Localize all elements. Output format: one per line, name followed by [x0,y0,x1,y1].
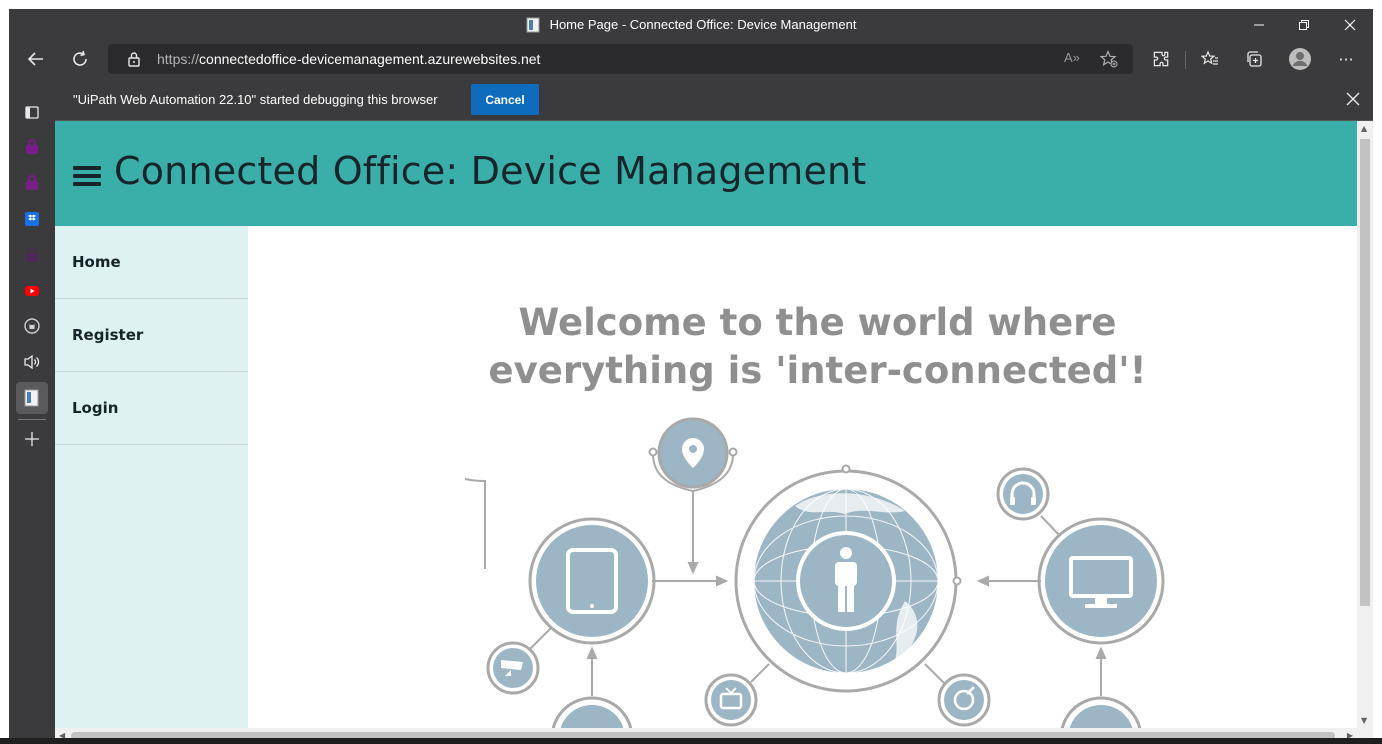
sidebar-divider [18,419,46,420]
extension-icon[interactable] [21,244,43,266]
active-tab-highlight[interactable] [16,382,48,414]
vertical-scroll-thumb[interactable] [1360,139,1370,606]
profile-avatar[interactable] [1283,42,1317,76]
welcome-line-2: everything is 'inter-connected'! [488,349,1147,392]
favorites-button[interactable] [1193,42,1227,76]
cancel-button[interactable]: Cancel [471,84,539,115]
add-favorite-icon[interactable] [1099,49,1118,72]
browser-toolbar: https://connectedoffice-devicemanagement… [9,40,1373,78]
close-infobar-button[interactable] [1343,89,1363,109]
welcome-heading: Welcome to the world where everything is… [465,299,1170,395]
welcome-line-1: Welcome to the world where [518,301,1117,344]
refresh-button[interactable] [63,42,97,76]
tablet-node [536,525,648,637]
monitor-node [1045,525,1157,637]
site-nav: Home Register Login [55,226,248,744]
youtube-icon[interactable] [21,280,43,302]
add-icon[interactable] [21,428,43,450]
back-button[interactable] [19,42,53,76]
site-header: Connected Office: Device Management [55,121,1357,226]
tv-node [711,680,751,720]
iot-network-illustration [465,417,1165,744]
minimize-button[interactable] [1236,9,1282,40]
vertical-scrollbar[interactable]: ▲ ▼ [1357,121,1373,728]
tabs-icon[interactable] [21,101,43,123]
dropbox-icon[interactable] [21,208,43,230]
hamburger-menu-icon[interactable] [73,166,101,188]
collections-button[interactable] [1237,42,1271,76]
page-icon [526,17,540,33]
scroll-down-arrow-icon[interactable]: ▼ [1361,716,1367,725]
headphones-node [1003,474,1043,514]
read-aloud-icon[interactable]: A» [1064,50,1080,65]
disc-node [944,680,984,720]
infobar-message: "UiPath Web Automation 22.10" started de… [73,92,438,107]
browser-window: Home Page - Connected Office: Device Man… [9,9,1373,744]
scroll-up-arrow-icon[interactable]: ▲ [1361,124,1367,133]
close-window-button[interactable] [1327,9,1373,40]
nav-item-home[interactable]: Home [55,226,248,299]
taskbar-edge [0,738,1382,744]
extensions-button[interactable] [1144,42,1178,76]
nav-item-register[interactable]: Register [55,299,248,372]
extension-icon[interactable] [21,172,43,194]
audio-icon[interactable] [21,351,43,373]
edge-sidebar [9,78,55,744]
toolbar-divider [1185,51,1186,69]
window-title: Home Page - Connected Office: Device Man… [549,17,857,32]
desktop-edge [1373,0,1382,744]
page-viewport: Connected Office: Device Management Home… [55,121,1373,744]
site-title: Connected Office: Device Management [114,149,867,193]
address-bar[interactable]: https://connectedoffice-devicemanagement… [108,44,1133,74]
lock-icon[interactable] [127,51,141,71]
url-text[interactable]: https://connectedoffice-devicemanagement… [157,44,540,74]
more-options-button[interactable]: ··· [1329,42,1363,76]
desktop-edge [0,0,9,744]
title-bar: Home Page - Connected Office: Device Man… [9,9,1373,40]
debug-infobar: "UiPath Web Automation 22.10" started de… [55,78,1373,121]
nav-item-login[interactable]: Login [55,372,248,445]
restore-button[interactable] [1281,9,1327,40]
extension-icon[interactable] [21,136,43,158]
github-icon[interactable] [21,315,43,337]
